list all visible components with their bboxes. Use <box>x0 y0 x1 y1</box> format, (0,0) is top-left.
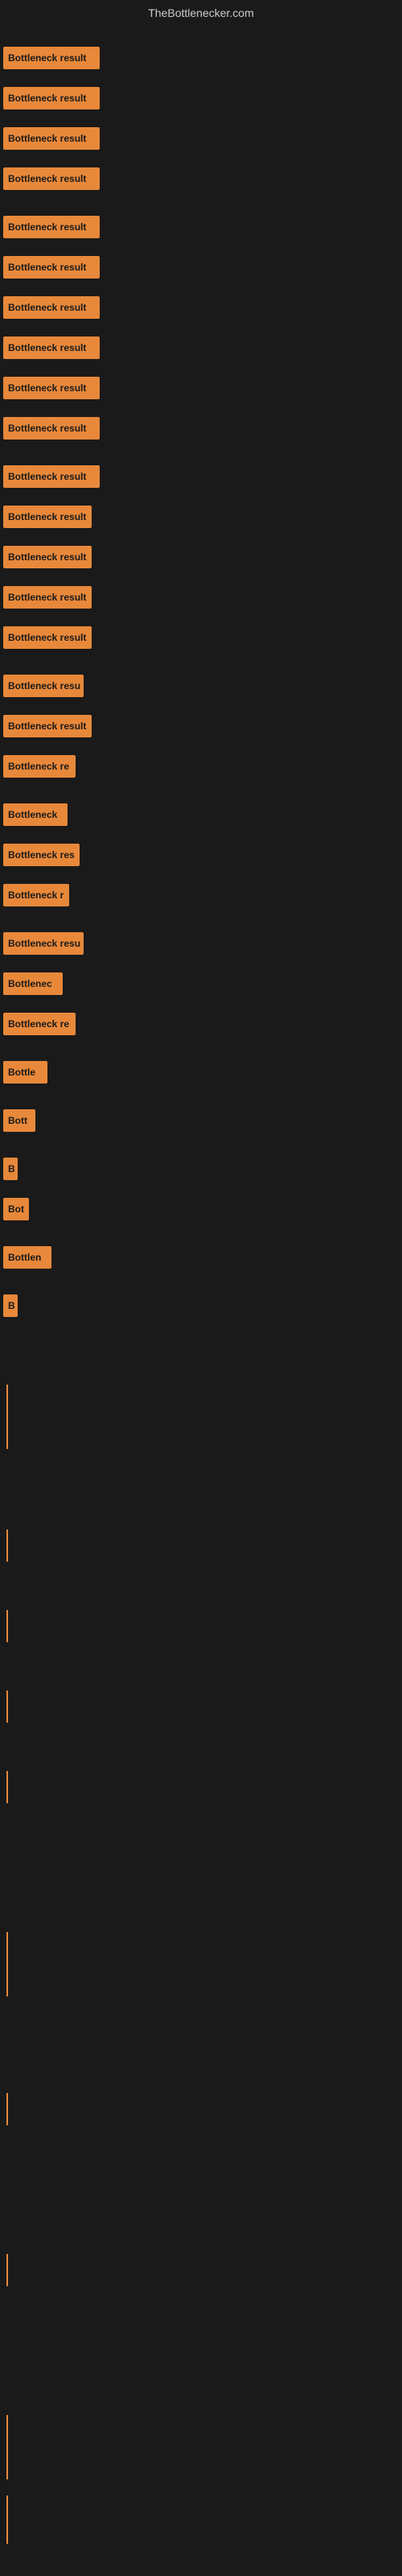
bar-row: Bottleneck re <box>3 755 76 778</box>
bottleneck-bar: Bottleneck result <box>3 47 100 69</box>
bottleneck-bar: Bottleneck result <box>3 296 100 319</box>
bar-row: Bottleneck result <box>3 546 92 568</box>
bottleneck-bar: B <box>3 1294 18 1317</box>
vertical-line-5 <box>6 1771 8 1803</box>
bar-row: Bottleneck result <box>3 506 92 528</box>
bottleneck-bar: Bottleneck result <box>3 256 100 279</box>
bottleneck-bar: Bottleneck result <box>3 167 100 190</box>
bottleneck-bar: Bottleneck result <box>3 127 100 150</box>
bar-row: Bottleneck r <box>3 884 69 906</box>
bottleneck-bar: Bottleneck result <box>3 377 100 399</box>
vertical-line-1 <box>6 1385 8 1449</box>
bottleneck-bar: Bottleneck resu <box>3 932 84 955</box>
bottleneck-bar: Bottleneck result <box>3 586 92 609</box>
bar-row: Bottlen <box>3 1246 51 1269</box>
bar-row: B <box>3 1294 18 1317</box>
bottleneck-bar: Bottleneck re <box>3 755 76 778</box>
vertical-line-3 <box>6 1610 8 1642</box>
bottleneck-bar: Bottleneck result <box>3 546 92 568</box>
bar-row: Bottleneck result <box>3 87 100 109</box>
bottleneck-bar: Bottleneck re <box>3 1013 76 1035</box>
bottleneck-bar: Bottleneck <box>3 803 68 826</box>
bar-row: Bottleneck result <box>3 296 100 319</box>
bottleneck-bar: B <box>3 1158 18 1180</box>
vertical-line-6 <box>6 1932 8 1996</box>
bottleneck-bar: Bottleneck result <box>3 216 100 238</box>
vertical-line-2 <box>6 1530 8 1562</box>
site-title: TheBottlenecker.com <box>0 0 402 23</box>
bar-row: Bot <box>3 1198 29 1220</box>
bar-row: Bottleneck result <box>3 47 100 69</box>
bars-container: Bottleneck result Bottleneck result Bottle… <box>0 23 402 1351</box>
bar-row: Bottle <box>3 1061 47 1084</box>
bottleneck-bar: Bottleneck result <box>3 715 92 737</box>
bottleneck-bar: Bottleneck result <box>3 506 92 528</box>
bar-row: Bottleneck result <box>3 336 100 359</box>
bar-row: Bottleneck resu <box>3 932 84 955</box>
bar-row: Bottleneck res <box>3 844 80 866</box>
bar-row: Bott <box>3 1109 35 1132</box>
bottleneck-bar: Bottleneck r <box>3 884 69 906</box>
bar-row: Bottleneck result <box>3 417 100 440</box>
bottleneck-bar: Bottlenec <box>3 972 63 995</box>
bottleneck-bar: Bottleneck result <box>3 465 100 488</box>
bar-row: B <box>3 1158 18 1180</box>
bar-row: Bottleneck result <box>3 216 100 238</box>
bar-row: Bottleneck result <box>3 127 100 150</box>
bar-row: Bottleneck result <box>3 626 92 649</box>
bar-row: Bottleneck result <box>3 256 100 279</box>
bottleneck-bar: Bottleneck result <box>3 336 100 359</box>
vertical-line-10 <box>6 2496 8 2544</box>
bar-row: Bottleneck <box>3 803 68 826</box>
bottleneck-bar: Bottleneck result <box>3 87 100 109</box>
bottleneck-bar: Bottleneck result <box>3 417 100 440</box>
vertical-line-9 <box>6 2415 8 2479</box>
bar-row: Bottleneck result <box>3 377 100 399</box>
bottleneck-bar: Bot <box>3 1198 29 1220</box>
vertical-line-7 <box>6 2093 8 2125</box>
bar-row: Bottleneck re <box>3 1013 76 1035</box>
vertical-line-4 <box>6 1690 8 1723</box>
bottleneck-bar: Bottleneck resu <box>3 675 84 697</box>
bottleneck-bar: Bottleneck res <box>3 844 80 866</box>
bar-row: Bottlenec <box>3 972 63 995</box>
bar-row: Bottleneck result <box>3 167 100 190</box>
bar-row: Bottleneck result <box>3 586 92 609</box>
bottleneck-bar: Bottleneck result <box>3 626 92 649</box>
bottleneck-bar: Bottlen <box>3 1246 51 1269</box>
bar-row: Bottleneck result <box>3 715 92 737</box>
bar-row: Bottleneck resu <box>3 675 84 697</box>
bottleneck-bar: Bott <box>3 1109 35 1132</box>
bar-row: Bottleneck result <box>3 465 100 488</box>
vertical-line-8 <box>6 2254 8 2286</box>
bottleneck-bar: Bottle <box>3 1061 47 1084</box>
